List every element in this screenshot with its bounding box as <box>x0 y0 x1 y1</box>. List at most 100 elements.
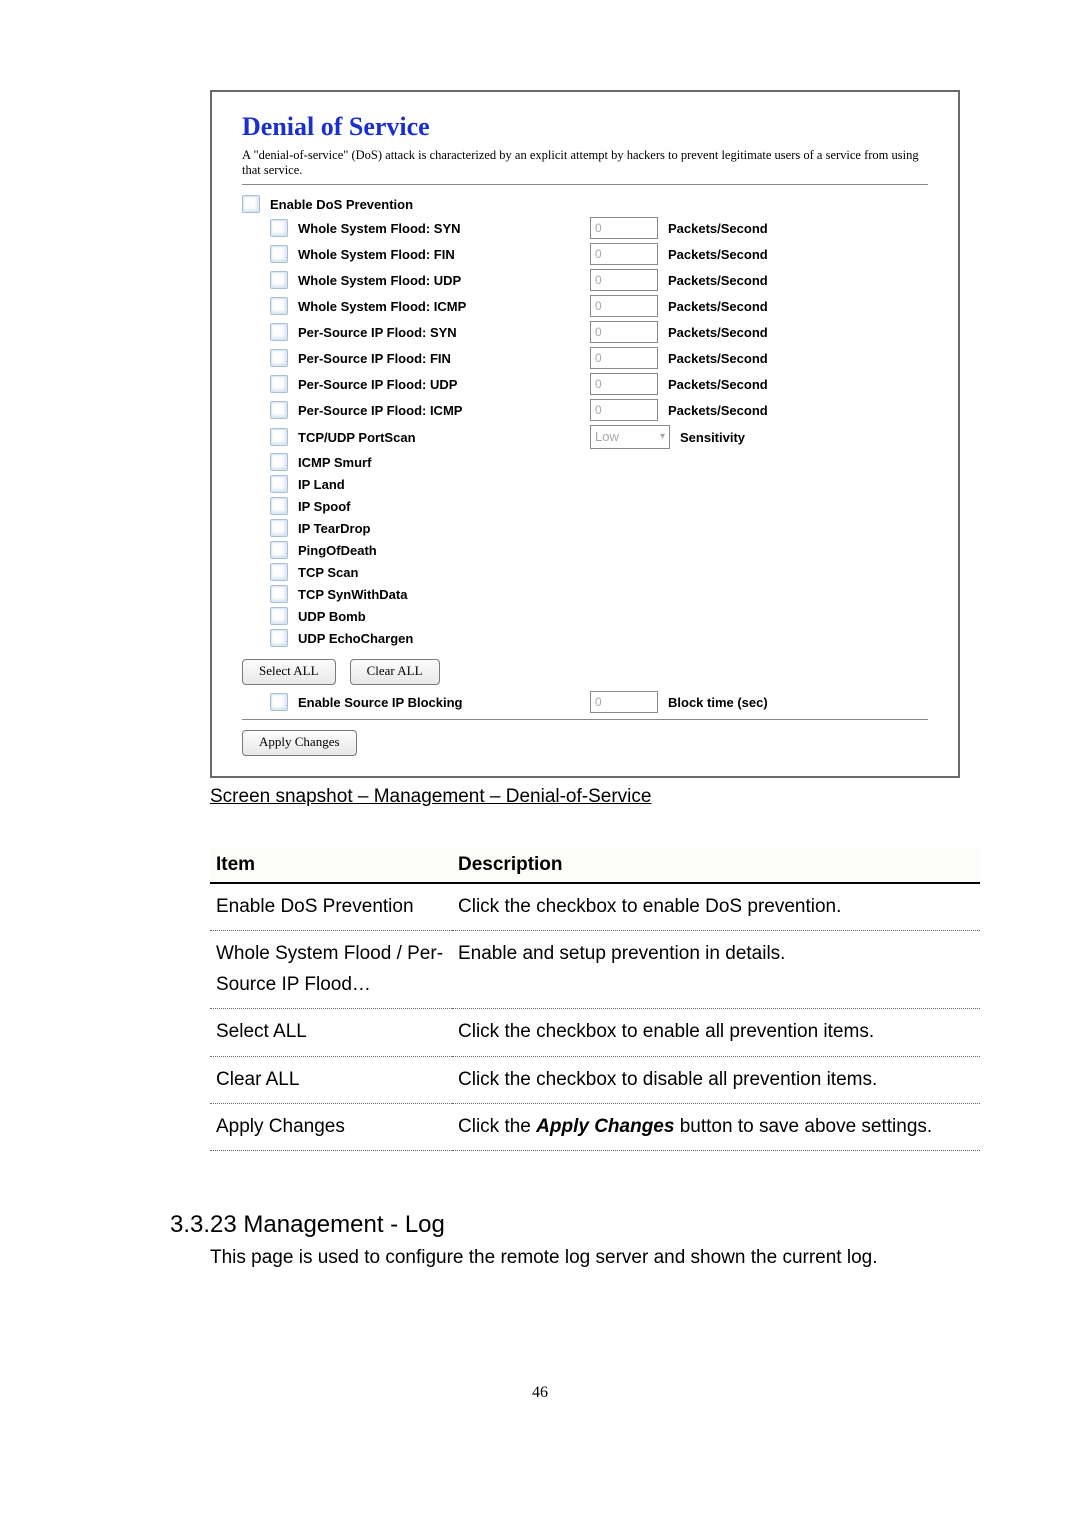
table-desc: Enable and setup prevention in details. <box>452 931 980 1009</box>
threshold-checkbox[interactable] <box>270 323 288 341</box>
flag-row: IP TearDrop <box>242 519 928 537</box>
portscan-unit: Sensitivity <box>680 430 745 445</box>
threshold-input[interactable]: 0 <box>590 399 658 421</box>
enable-dos-row: Enable DoS Prevention <box>242 195 928 213</box>
section-body: This page is used to configure the remot… <box>210 1243 940 1273</box>
table-row: Whole System Flood / Per-Source IP Flood… <box>210 931 980 1009</box>
source-ip-block-checkbox[interactable] <box>270 693 288 711</box>
threshold-input[interactable]: 0 <box>590 243 658 265</box>
threshold-checkbox[interactable] <box>270 271 288 289</box>
threshold-input[interactable]: 0 <box>590 269 658 291</box>
flag-checkbox[interactable] <box>270 453 288 471</box>
table-item: Apply Changes <box>210 1103 452 1150</box>
threshold-unit: Packets/Second <box>668 377 768 392</box>
table-row: Select ALL Click the checkbox to enable … <box>210 1009 980 1056</box>
threshold-checkbox[interactable] <box>270 375 288 393</box>
threshold-checkbox[interactable] <box>270 401 288 419</box>
threshold-row: Per-Source IP Flood: ICMP 0Packets/Secon… <box>242 399 928 421</box>
table-desc: Click the Apply Changes button to save a… <box>452 1103 980 1150</box>
source-ip-block-label: Enable Source IP Blocking <box>298 695 462 710</box>
flag-label: UDP EchoChargen <box>298 631 413 646</box>
chevron-down-icon: ▾ <box>660 426 665 448</box>
portscan-row: TCP/UDP PortScan Low ▾ Sensitivity <box>242 425 928 449</box>
source-ip-block-row: Enable Source IP Blocking 0Block time (s… <box>242 691 928 713</box>
portscan-sensitivity-select[interactable]: Low ▾ <box>590 425 670 449</box>
portscan-label: TCP/UDP PortScan <box>298 430 416 445</box>
threshold-input[interactable]: 0 <box>590 373 658 395</box>
threshold-row: Whole System Flood: ICMP 0 Packets/Second <box>242 295 928 317</box>
threshold-row: Per-Source IP Flood: SYN 0Packets/Second <box>242 321 928 343</box>
threshold-label: Per-Source IP Flood: UDP <box>298 377 457 392</box>
threshold-unit: Packets/Second <box>668 299 768 314</box>
flag-checkbox[interactable] <box>270 585 288 603</box>
threshold-label: Whole System Flood: SYN <box>298 221 461 236</box>
clear-all-button[interactable]: Clear ALL <box>350 659 440 685</box>
apply-prefix: Click the <box>458 1116 536 1137</box>
flag-checkbox[interactable] <box>270 475 288 493</box>
table-item: Select ALL <box>210 1009 452 1056</box>
enable-dos-checkbox[interactable] <box>242 195 260 213</box>
flag-row: UDP Bomb <box>242 607 928 625</box>
threshold-unit: Packets/Second <box>668 351 768 366</box>
portscan-checkbox[interactable] <box>270 428 288 446</box>
table-row: Apply Changes Click the Apply Changes bu… <box>210 1103 980 1150</box>
table-row: Clear ALL Click the checkbox to disable … <box>210 1056 980 1103</box>
block-time-input[interactable]: 0 <box>590 691 658 713</box>
table-desc: Click the checkbox to disable all preven… <box>452 1056 980 1103</box>
threshold-row: Whole System Flood: SYN 0 Packets/Second <box>242 217 928 239</box>
apply-row: Apply Changes <box>242 730 928 756</box>
threshold-unit: Packets/Second <box>668 403 768 418</box>
table-header-desc: Description <box>452 848 980 883</box>
threshold-input[interactable]: 0 <box>590 321 658 343</box>
table-header-item: Item <box>210 848 452 883</box>
flag-row: TCP SynWithData <box>242 585 928 603</box>
enable-dos-label: Enable DoS Prevention <box>270 197 413 212</box>
flag-label: IP Land <box>298 477 345 492</box>
panel-title: Denial of Service <box>242 112 928 142</box>
divider <box>242 184 928 185</box>
threshold-input[interactable]: 0 <box>590 217 658 239</box>
section-title: Management - Log <box>243 1211 444 1238</box>
panel-description: A "denial-of-service" (DoS) attack is ch… <box>242 148 928 178</box>
table-desc: Click the checkbox to enable DoS prevent… <box>452 883 980 931</box>
select-all-button[interactable]: Select ALL <box>242 659 336 685</box>
table-item: Enable DoS Prevention <box>210 883 452 931</box>
flag-row: TCP Scan <box>242 563 928 581</box>
flag-checkbox[interactable] <box>270 519 288 537</box>
flag-label: IP TearDrop <box>298 521 370 536</box>
flag-checkbox[interactable] <box>270 607 288 625</box>
apply-suffix: button to save above settings. <box>674 1116 932 1137</box>
flag-row: PingOfDeath <box>242 541 928 559</box>
table-item: Clear ALL <box>210 1056 452 1103</box>
flag-row: IP Spoof <box>242 497 928 515</box>
threshold-unit: Packets/Second <box>668 273 768 288</box>
threshold-unit: Packets/Second <box>668 221 768 236</box>
table-item: Whole System Flood / Per-Source IP Flood… <box>210 931 452 1009</box>
flag-checkbox[interactable] <box>270 541 288 559</box>
flag-row: IP Land <box>242 475 928 493</box>
flag-label: ICMP Smurf <box>298 455 371 470</box>
table-desc: Click the checkbox to enable all prevent… <box>452 1009 980 1056</box>
threshold-checkbox[interactable] <box>270 219 288 237</box>
flag-checkbox[interactable] <box>270 497 288 515</box>
threshold-checkbox[interactable] <box>270 245 288 263</box>
threshold-checkbox[interactable] <box>270 349 288 367</box>
threshold-label: Whole System Flood: ICMP <box>298 299 466 314</box>
flag-row: UDP EchoChargen <box>242 629 928 647</box>
threshold-label: Whole System Flood: UDP <box>298 273 461 288</box>
threshold-unit: Packets/Second <box>668 247 768 262</box>
threshold-input[interactable]: 0 <box>590 347 658 369</box>
threshold-row: Whole System Flood: UDP 0 Packets/Second <box>242 269 928 291</box>
page-number: 46 <box>100 1384 980 1402</box>
dos-config-panel: Denial of Service A "denial-of-service" … <box>210 90 960 778</box>
flag-checkbox[interactable] <box>270 563 288 581</box>
divider <box>242 719 928 720</box>
flag-checkbox[interactable] <box>270 629 288 647</box>
threshold-checkbox[interactable] <box>270 297 288 315</box>
threshold-row: Per-Source IP Flood: UDP 0 Packets/Second <box>242 373 928 395</box>
threshold-input[interactable]: 0 <box>590 295 658 317</box>
section-number: 3.3.23 <box>170 1211 237 1238</box>
threshold-unit: Packets/Second <box>668 325 768 340</box>
apply-changes-button[interactable]: Apply Changes <box>242 730 357 756</box>
description-table: Item Description Enable DoS Prevention C… <box>210 848 980 1151</box>
